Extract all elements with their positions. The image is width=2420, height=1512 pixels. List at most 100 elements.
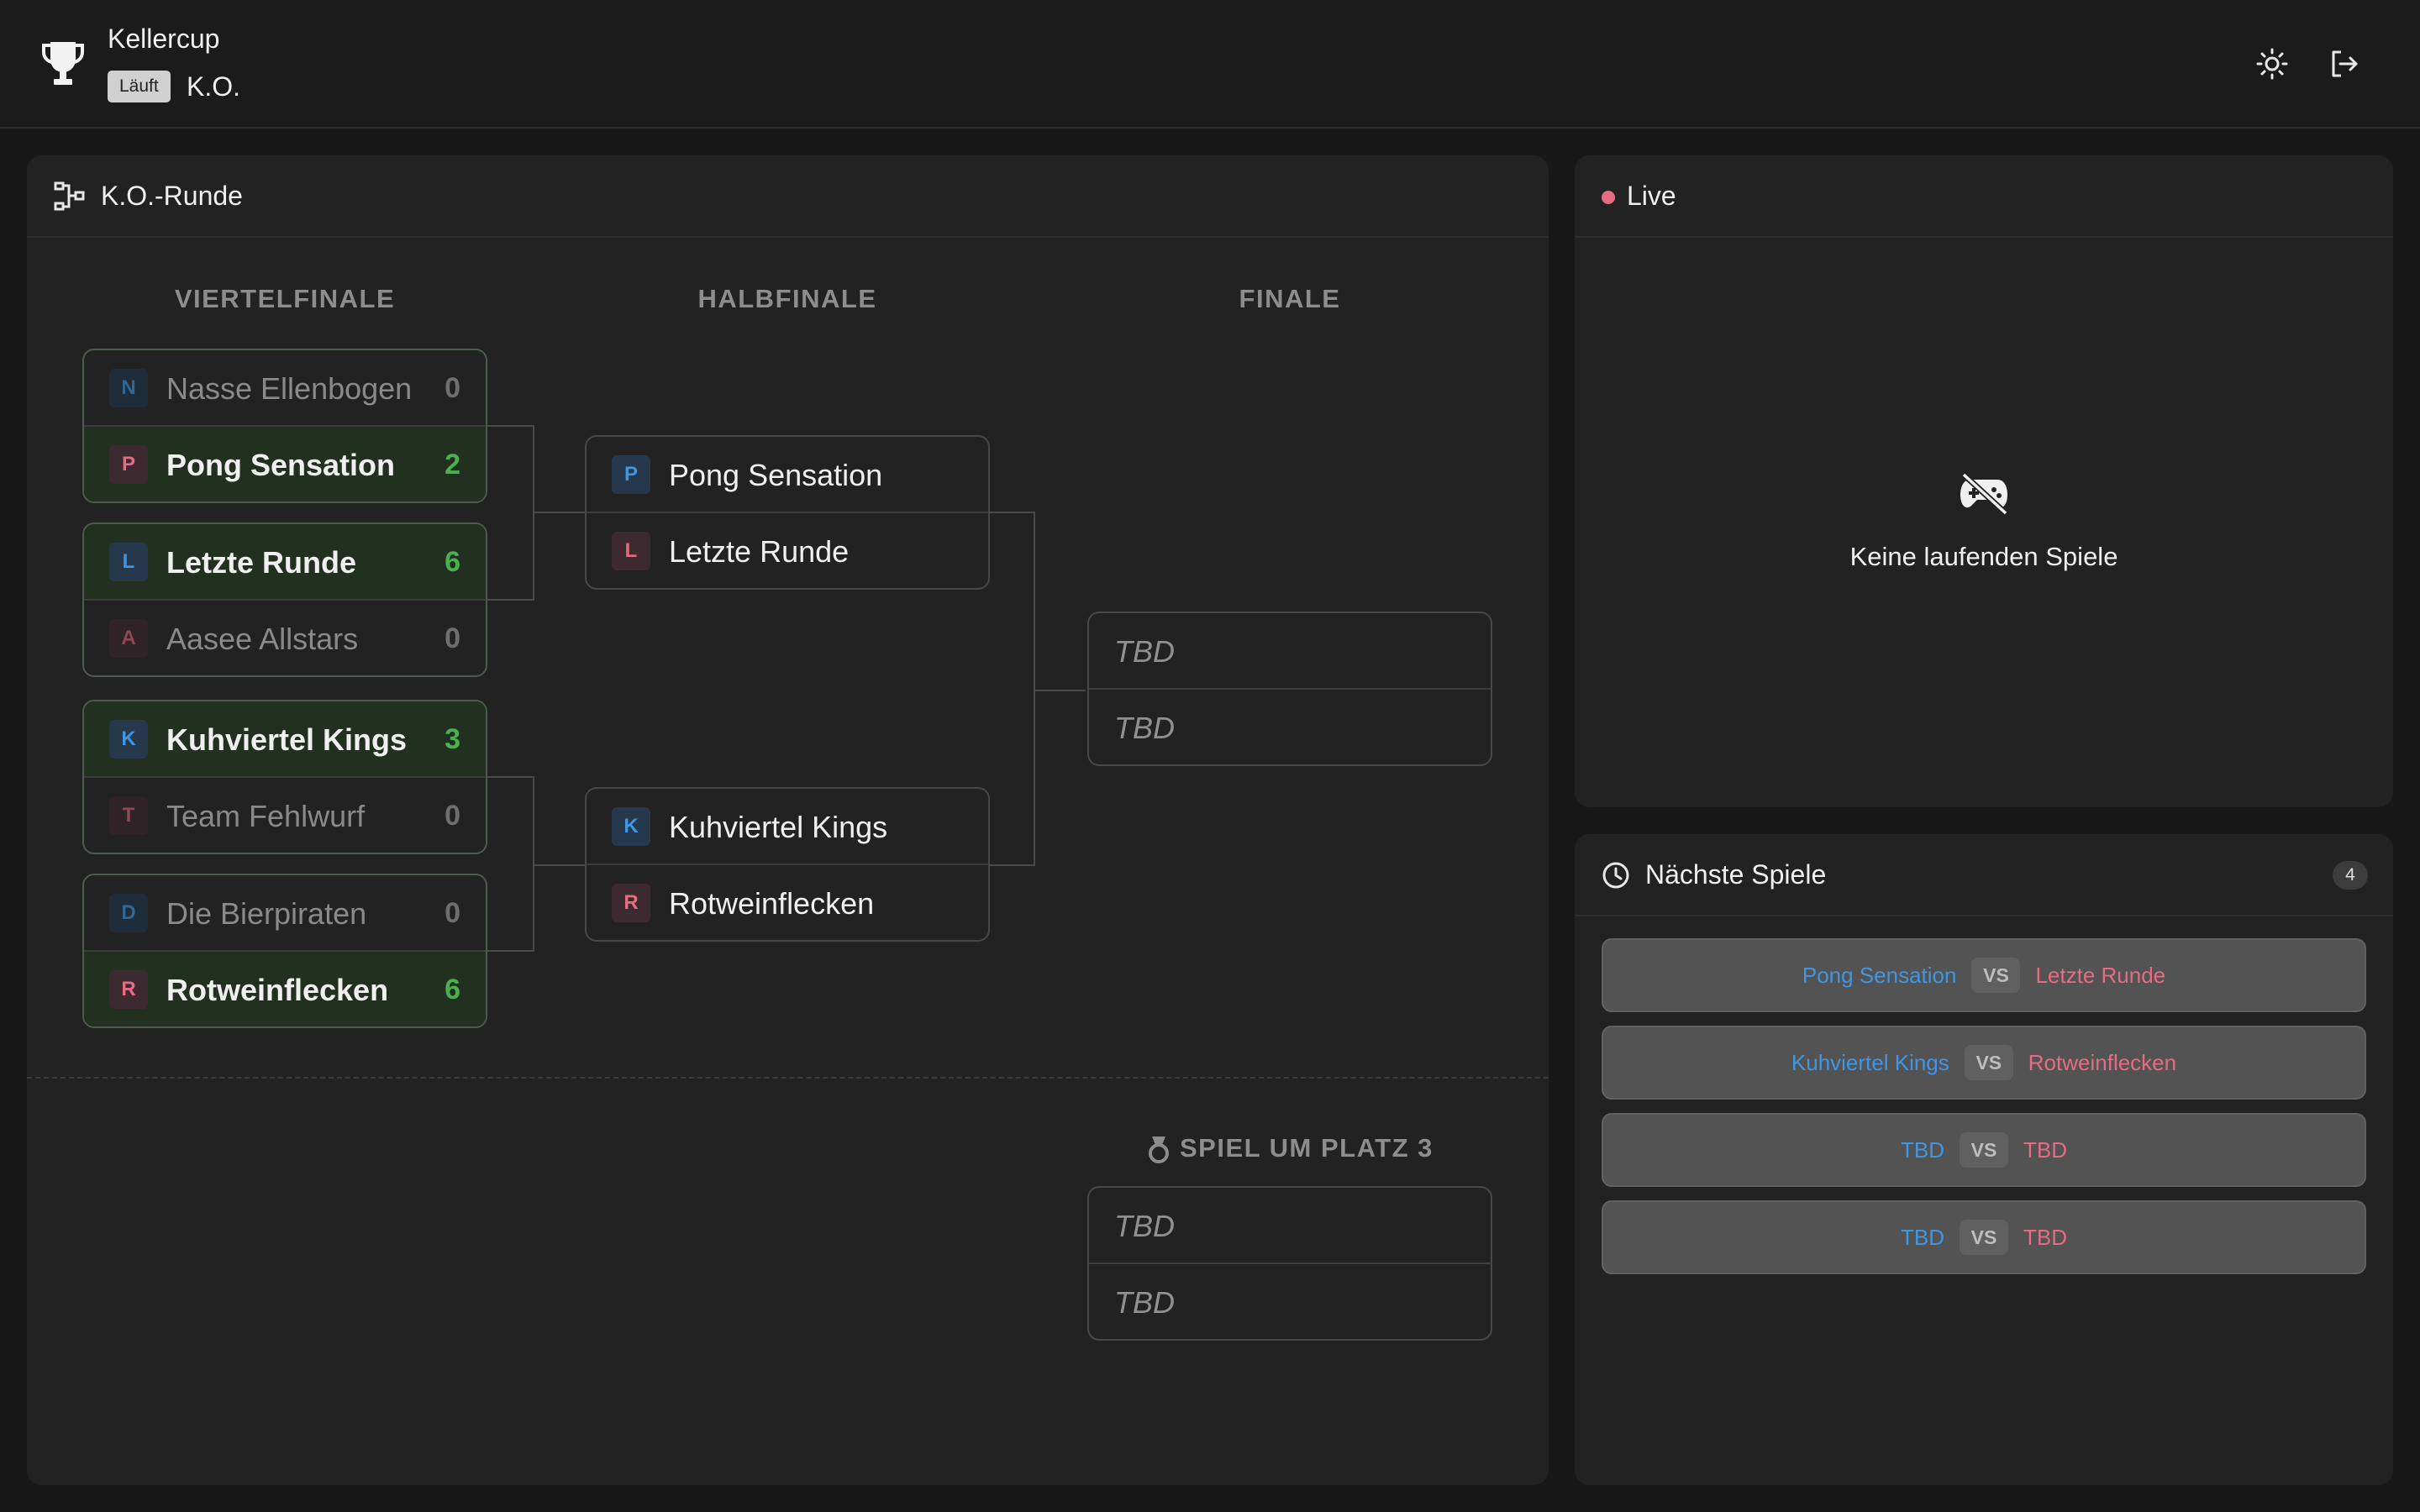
team-row: D Die Bierpiraten 0	[84, 875, 486, 952]
team-initial: K	[612, 807, 650, 846]
team-row: TBD	[1089, 1264, 1491, 1339]
upcoming-count-badge: 4	[2333, 861, 2368, 890]
team-score: 0	[445, 372, 460, 404]
team-name: Team Fehlwurf	[166, 799, 366, 833]
team-initial: A	[109, 619, 148, 658]
team-name: Die Bierpiraten	[166, 896, 367, 931]
round-title-quarterfinal: VIERTELFINALE	[174, 284, 396, 313]
team-row: P Pong Sensation 2	[84, 427, 486, 501]
upcoming-match-item[interactable]: Kuhviertel Kings VS Rotweinflecken	[1602, 1026, 2366, 1100]
team-row: A Aasee Allstars 0	[84, 601, 486, 675]
team-row: P Pong Sensation	[587, 437, 988, 513]
team-row: R Rotweinflecken 6	[84, 952, 486, 1026]
team-name: Rotweinflecken	[669, 886, 875, 921]
team-row: L Letzte Runde 6	[84, 524, 486, 601]
team-b-name: TBD	[2023, 1137, 2067, 1163]
team-initial: R	[109, 970, 148, 1009]
live-panel: Live Keine laufenden Spiele	[1575, 155, 2393, 807]
team-row: TBD	[1089, 690, 1491, 764]
team-score: 0	[445, 800, 460, 832]
team-b-name: TBD	[2023, 1224, 2067, 1250]
team-initial: K	[109, 720, 148, 759]
team-row: TBD	[1089, 1188, 1491, 1264]
third-place-match[interactable]: TBD TBD	[1087, 1186, 1492, 1341]
team-row: K Kuhviertel Kings	[587, 789, 988, 865]
quarterfinal-match-2[interactable]: L Letzte Runde 6 A Aasee Allstars 0	[82, 522, 487, 677]
team-initial: N	[109, 369, 148, 407]
vs-label: VS	[1964, 1045, 2013, 1080]
trophy-icon	[42, 42, 84, 85]
clock-icon	[1602, 862, 1629, 889]
team-row: K Kuhviertel Kings 3	[84, 701, 486, 778]
vs-label: VS	[1960, 1132, 2008, 1168]
phase-label: K.O.	[187, 71, 241, 102]
team-initial: P	[109, 445, 148, 484]
app-header: Kellercup Läuft K.O.	[0, 0, 2420, 129]
team-b-name: Letzte Runde	[2035, 962, 2166, 988]
vs-label: VS	[1960, 1220, 2008, 1255]
final-match[interactable]: TBD TBD	[1087, 612, 1492, 766]
team-row: L Letzte Runde	[587, 513, 988, 588]
quarterfinal-match-1[interactable]: N Nasse Ellenbogen 0 P Pong Sensation 2	[82, 349, 487, 503]
team-a-name: Pong Sensation	[1802, 962, 1957, 988]
team-name: Nasse Ellenbogen	[166, 371, 413, 406]
team-row: T Team Fehlwurf 0	[84, 778, 486, 853]
team-a-name: TBD	[1901, 1224, 1944, 1250]
team-name: Aasee Allstars	[166, 622, 359, 656]
team-name: TBD	[1114, 711, 1175, 745]
team-row: N Nasse Ellenbogen 0	[84, 350, 486, 427]
team-score: 6	[445, 974, 460, 1005]
third-place-title: SPIEL UM PLATZ 3	[1180, 1133, 1434, 1163]
upcoming-panel: Nächste Spiele 4 Pong Sensation VS Letzt…	[1575, 834, 2393, 1485]
team-row: R Rotweinflecken	[587, 865, 988, 940]
logout-icon[interactable]	[2328, 47, 2361, 81]
upcoming-panel-header: Nächste Spiele 4	[1575, 834, 2393, 916]
gamepad-off-icon	[1960, 473, 2008, 515]
live-panel-header: Live	[1575, 155, 2393, 238]
team-name: TBD	[1114, 634, 1175, 669]
team-name: Letzte Runde	[166, 545, 357, 580]
team-name: Kuhviertel Kings	[166, 722, 408, 757]
team-score: 0	[445, 622, 460, 654]
live-title: Live	[1627, 181, 1676, 211]
team-initial: L	[109, 543, 148, 581]
team-initial: L	[612, 532, 650, 570]
team-score: 3	[445, 723, 460, 755]
semifinal-match-1[interactable]: P Pong Sensation L Letzte Runde	[585, 435, 990, 590]
team-initial: T	[109, 796, 148, 835]
team-name: Pong Sensation	[669, 458, 883, 492]
semifinal-match-2[interactable]: K Kuhviertel Kings R Rotweinflecken	[585, 787, 990, 942]
team-name: Kuhviertel Kings	[669, 810, 888, 844]
team-name: TBD	[1114, 1285, 1175, 1320]
vs-label: VS	[1971, 958, 2021, 993]
quarterfinal-match-3[interactable]: K Kuhviertel Kings 3 T Team Fehlwurf 0	[82, 700, 487, 854]
team-b-name: Rotweinflecken	[2028, 1049, 2177, 1075]
team-initial: D	[109, 894, 148, 932]
bracket-panel: K.O.-Runde VIERTELFINALE HALBFINALE FINA…	[27, 155, 1549, 1485]
upcoming-match-item[interactable]: Pong Sensation VS Letzte Runde	[1602, 938, 2366, 1012]
team-score: 0	[445, 897, 460, 929]
team-score: 6	[445, 546, 460, 578]
upcoming-match-item[interactable]: TBD VS TBD	[1602, 1200, 2366, 1274]
quarterfinal-match-4[interactable]: D Die Bierpiraten 0 R Rotweinflecken 6	[82, 874, 487, 1028]
no-live-games-text: Keine laufenden Spiele	[1849, 542, 2118, 571]
upcoming-match-item[interactable]: TBD VS TBD	[1602, 1113, 2366, 1187]
team-a-name: Kuhviertel Kings	[1791, 1049, 1949, 1075]
team-score: 2	[445, 449, 460, 480]
round-title-final: FINALE	[1239, 284, 1341, 313]
team-name: Pong Sensation	[166, 448, 396, 482]
medal-icon	[1149, 1137, 1169, 1163]
upcoming-title: Nächste Spiele	[1645, 859, 1827, 890]
third-place-heading: SPIEL UM PLATZ 3	[1146, 1131, 1492, 1165]
team-name: Rotweinflecken	[166, 973, 389, 1007]
team-name: Letzte Runde	[669, 534, 850, 569]
team-row: TBD	[1089, 613, 1491, 690]
app-title: Kellercup	[108, 24, 220, 54]
status-badge: Läuft	[108, 71, 171, 102]
team-initial: R	[612, 884, 650, 922]
brightness-icon[interactable]	[2255, 47, 2289, 81]
team-initial: P	[612, 455, 650, 494]
team-a-name: TBD	[1901, 1137, 1944, 1163]
bracket-divider	[27, 1077, 1549, 1079]
round-title-semifinal: HALBFINALE	[697, 284, 877, 313]
